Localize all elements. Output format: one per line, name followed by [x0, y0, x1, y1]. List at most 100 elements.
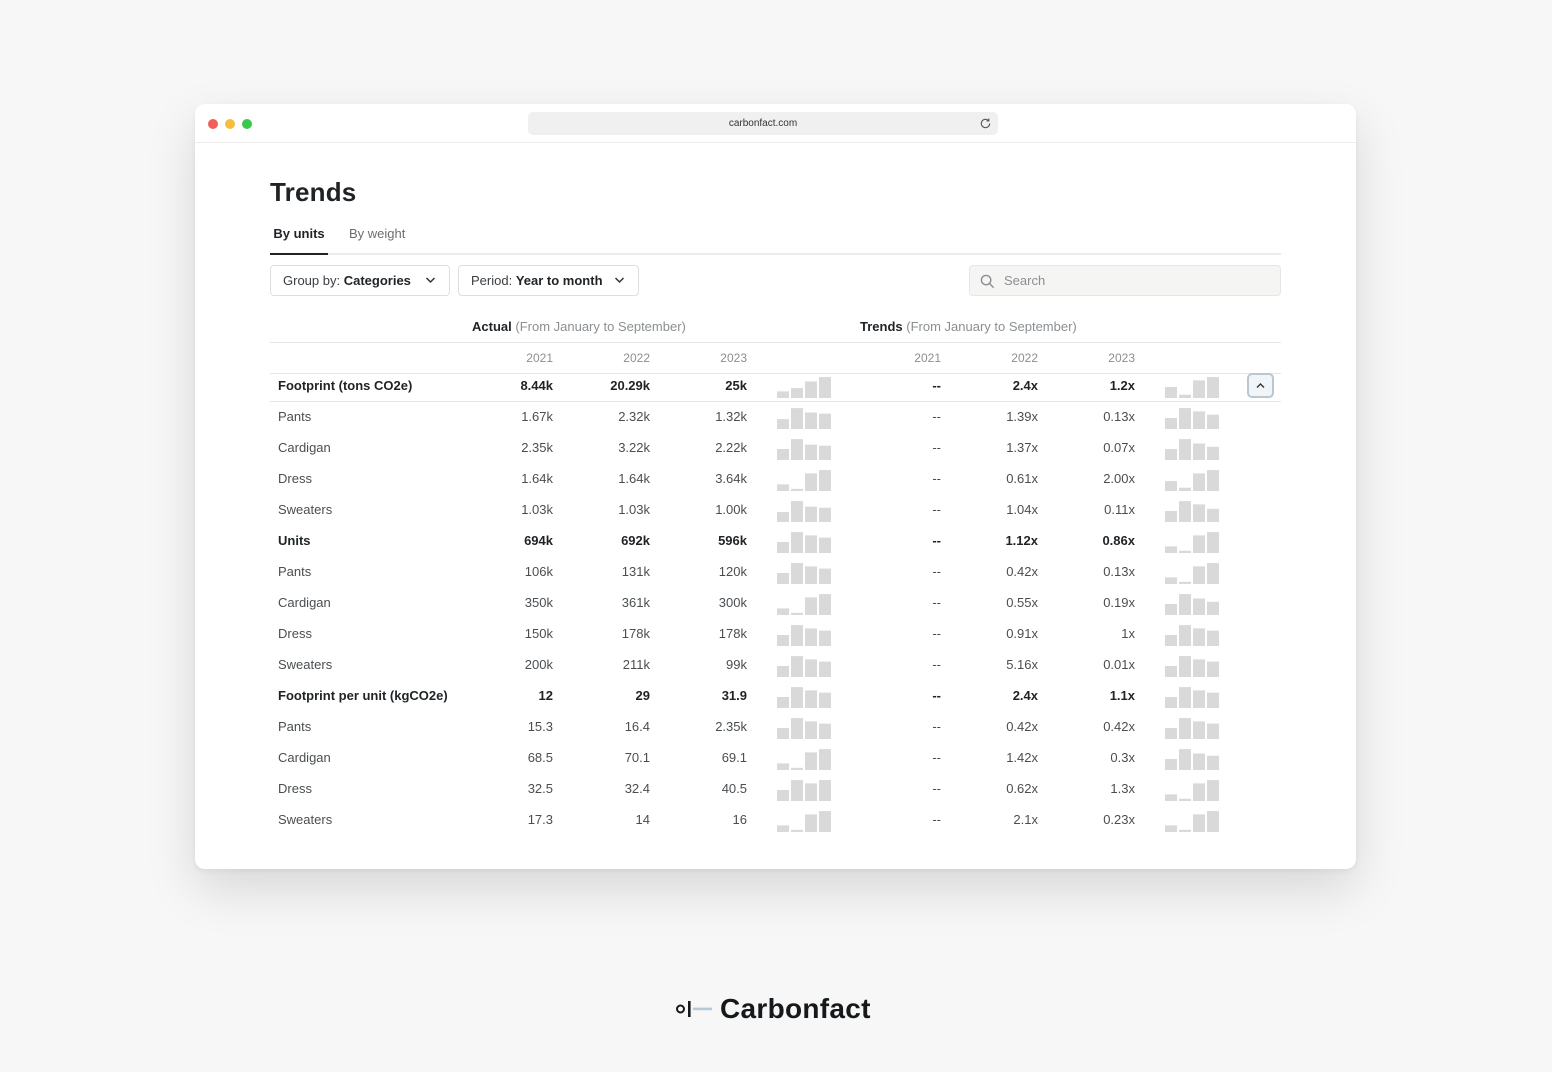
actual-value-2023: 99k — [726, 657, 747, 672]
trend-value-2023: 0.19x — [1103, 595, 1135, 610]
spark-bar — [791, 501, 803, 522]
table-row[interactable]: Sweaters 17.3 14 16 -- 2.1x 0.23x — [270, 804, 1281, 835]
brand-name: Carbonfact — [720, 993, 871, 1024]
trend-value-2022: 1.39x — [1006, 409, 1038, 424]
table-row[interactable]: Pants 106k 131k 120k -- 0.42x 0.13x — [270, 556, 1281, 587]
spark-bar — [791, 612, 803, 615]
spark-bar — [1207, 601, 1219, 615]
trends-section-header: Trends (From January to September) — [860, 319, 1077, 334]
spark-bar — [1179, 625, 1191, 646]
trend-sparkline — [1165, 594, 1219, 615]
table-row[interactable]: Cardigan 350k 361k 300k -- 0.55x 0.19x — [270, 587, 1281, 618]
trend-value-2022: 1.04x — [1006, 502, 1038, 517]
trend-value-2021: -- — [932, 409, 941, 424]
trend-value-2023: 2.00x — [1103, 471, 1135, 486]
spark-bar — [1207, 780, 1219, 801]
trend-sparkline — [1165, 625, 1219, 646]
collapse-row-button[interactable] — [1247, 373, 1274, 398]
table-row[interactable]: Footprint per unit (kgCO2e) 12 29 31.9 -- 2.4… — [270, 680, 1281, 711]
tab-by-units[interactable]: By units — [270, 222, 328, 255]
actual-sparkline — [777, 377, 831, 398]
actual-value-2021: 8.44k — [520, 378, 553, 393]
trends-range: (From January to September) — [906, 319, 1077, 334]
search-input[interactable] — [1004, 266, 1274, 295]
trend-value-2023: 0.23x — [1103, 812, 1135, 827]
actual-value-2022: 20.29k — [610, 378, 650, 393]
spark-bar — [805, 690, 817, 708]
spark-bar — [805, 597, 817, 615]
table-row[interactable]: Dress 32.5 32.4 40.5 -- 0.62x 1.3x — [270, 773, 1281, 804]
spark-bar — [777, 449, 789, 460]
spark-bar — [819, 749, 831, 770]
actual-value-2022: 178k — [621, 626, 650, 641]
spark-bar — [777, 697, 789, 708]
table-row[interactable]: Units 694k 692k 596k -- 1.12x 0.86x — [270, 525, 1281, 556]
spark-bar — [1165, 635, 1177, 646]
actual-value-2023: 300k — [718, 595, 747, 610]
row-label: Dress — [278, 781, 312, 796]
spark-bar — [1165, 387, 1177, 398]
actual-value-2023: 25k — [725, 378, 747, 393]
actual-value-2023: 1.32k — [715, 409, 747, 424]
spark-bar — [819, 507, 831, 522]
spark-bar — [1179, 594, 1191, 615]
spark-bar — [791, 829, 803, 832]
spark-bar — [819, 537, 831, 553]
spark-bar — [1193, 443, 1205, 460]
reload-icon[interactable] — [979, 117, 992, 130]
actual-sparkline — [777, 470, 831, 491]
trend-value-2023: 0.01x — [1103, 657, 1135, 672]
trend-value-2021: -- — [932, 688, 941, 703]
actual-year-2021: 2021 — [526, 351, 553, 365]
trend-value-2021: -- — [932, 595, 941, 610]
spark-bar — [1193, 721, 1205, 739]
spark-bar — [777, 608, 789, 615]
row-label: Sweaters — [278, 657, 333, 672]
actual-value-2023: 178k — [718, 626, 747, 641]
spark-bar — [1165, 728, 1177, 739]
actual-value-2021: 32.5 — [527, 781, 553, 796]
spark-bar — [1207, 377, 1219, 398]
maximize-window-button[interactable] — [242, 119, 252, 129]
search-box[interactable] — [969, 265, 1281, 296]
spark-bar — [1165, 546, 1177, 553]
table-row[interactable]: Sweaters 200k 211k 99k -- 5.16x 0.01x — [270, 649, 1281, 680]
table-row[interactable]: Footprint (tons CO2e) 8.44k 20.29k 25k -- 2.4… — [270, 370, 1281, 401]
spark-bar — [1179, 718, 1191, 739]
actual-sparkline — [777, 811, 831, 832]
actual-value-2021: 12 — [538, 688, 553, 703]
table-row[interactable]: Sweaters 1.03k 1.03k 1.00k -- 1.04x 0.11x — [270, 494, 1281, 525]
spark-bar — [819, 377, 831, 398]
address-bar[interactable]: carbonfact.com — [528, 112, 998, 135]
trend-value-2021: -- — [932, 750, 941, 765]
trend-sparkline — [1165, 377, 1219, 398]
period-dropdown[interactable]: Period: Year to month — [458, 265, 639, 296]
spark-bar — [805, 566, 817, 584]
table-row[interactable]: Dress 1.64k 1.64k 3.64k -- 0.61x 2.00x — [270, 463, 1281, 494]
spark-bar — [819, 445, 831, 460]
trend-value-2022: 0.42x — [1006, 564, 1038, 579]
actual-sparkline — [777, 594, 831, 615]
actual-value-2021: 15.3 — [527, 719, 553, 734]
trend-value-2021: -- — [932, 564, 941, 579]
spark-bar — [805, 814, 817, 832]
trend-sparkline — [1165, 687, 1219, 708]
table-row[interactable]: Dress 150k 178k 178k -- 0.91x 1x — [270, 618, 1281, 649]
table-row[interactable]: Cardigan 2.35k 3.22k 2.22k -- 1.37x 0.07x — [270, 432, 1281, 463]
spark-bar — [805, 628, 817, 646]
table-row[interactable]: Pants 15.3 16.4 2.35k -- 0.42x 0.42x — [270, 711, 1281, 742]
table-row[interactable]: Cardigan 68.5 70.1 69.1 -- 1.42x 0.3x — [270, 742, 1281, 773]
table-row[interactable]: Pants 1.67k 2.32k 1.32k -- 1.39x 0.13x — [270, 401, 1281, 432]
spark-bar — [1179, 656, 1191, 677]
close-window-button[interactable] — [208, 119, 218, 129]
actual-sparkline — [777, 718, 831, 739]
spark-bar — [805, 752, 817, 770]
spark-bar — [1165, 759, 1177, 770]
actual-value-2023: 16 — [732, 812, 747, 827]
minimize-window-button[interactable] — [225, 119, 235, 129]
trend-sparkline — [1165, 780, 1219, 801]
tab-by-weight[interactable]: By weight — [349, 222, 405, 255]
group-by-dropdown[interactable]: Group by: Categories — [270, 265, 450, 296]
spark-bar — [1193, 598, 1205, 615]
actual-year-2023: 2023 — [720, 351, 747, 365]
